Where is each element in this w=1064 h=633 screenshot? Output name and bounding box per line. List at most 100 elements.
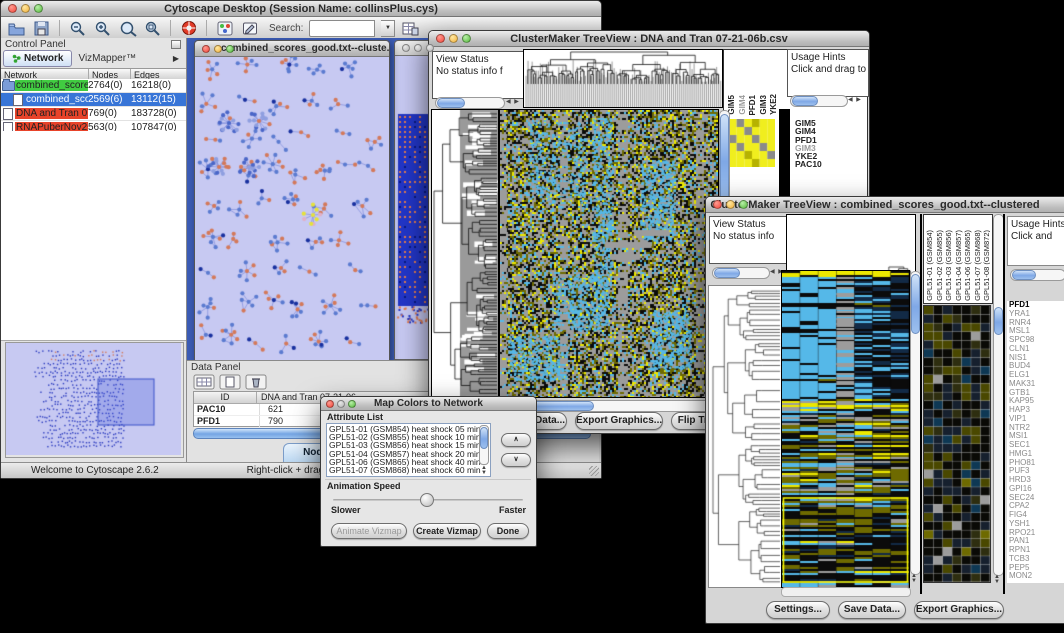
- attribute-list[interactable]: GPL51-01 (GSM854) heat shock 05 minGPL51…: [326, 423, 491, 477]
- zoom-button[interactable]: [34, 4, 43, 13]
- zoom-button[interactable]: [462, 34, 471, 43]
- list-vscrollbar[interactable]: [479, 425, 489, 465]
- network-tree-empty-area: [1, 131, 186, 341]
- scroll-arrows[interactable]: ◀ ▶: [848, 95, 862, 105]
- close-button[interactable]: [202, 45, 210, 53]
- close-button[interactable]: [713, 200, 722, 209]
- network-overview-canvas[interactable]: [6, 343, 181, 455]
- search-input[interactable]: [309, 20, 375, 37]
- tab-network-label: Network: [24, 53, 63, 64]
- zoom-selected-icon[interactable]: [143, 19, 162, 37]
- create-vizmap-button[interactable]: Create Vizmap: [413, 523, 481, 539]
- scroll-thumb[interactable]: [480, 427, 488, 449]
- scroll-thumb[interactable]: [720, 114, 729, 201]
- close-button[interactable]: [402, 44, 410, 52]
- network-view1-canvas[interactable]: [195, 57, 387, 360]
- scroll-arrows[interactable]: ▲▼: [994, 575, 1002, 585]
- data-panel-title: Data Panel: [191, 362, 240, 373]
- help-icon[interactable]: [179, 19, 198, 37]
- annotation-icon[interactable]: [240, 19, 259, 37]
- close-button[interactable]: [8, 4, 17, 13]
- zoom-in-icon[interactable]: [93, 19, 112, 37]
- search-dropdown-arrow[interactable]: ▼: [381, 20, 395, 37]
- save-data-button[interactable]: Save Data...: [838, 601, 906, 619]
- usage-hints-title: Usage Hints: [1011, 219, 1064, 231]
- export-graphics-button[interactable]: Export Graphics...: [575, 412, 663, 430]
- minimize-button[interactable]: [21, 4, 30, 13]
- close-button[interactable]: [326, 400, 334, 408]
- network-overview-panel[interactable]: [5, 342, 184, 458]
- scroll-thumb[interactable]: [994, 307, 1003, 335]
- done-button[interactable]: Done: [487, 523, 529, 539]
- minimize-button[interactable]: [449, 34, 458, 43]
- usage-hints-panel: Usage Hints Click and drag to: [787, 49, 869, 97]
- move-up-button[interactable]: ∧: [501, 433, 531, 447]
- settings-button[interactable]: Settings...: [766, 601, 830, 619]
- treeview1-titlebar[interactable]: ClusterMaker TreeView : DNA and Tran 07-…: [429, 31, 869, 47]
- column-label: YKE2: [770, 94, 778, 115]
- scroll-thumb[interactable]: [911, 274, 920, 334]
- network-row[interactable]: DNA and Tran 07769(0)183728(0): [1, 107, 186, 121]
- speed-slider-thumb[interactable]: [420, 493, 434, 507]
- minimize-button[interactable]: [726, 200, 735, 209]
- usage-hints-scrollbar[interactable]: [1010, 269, 1064, 281]
- network-nodes: 2569(6): [88, 94, 131, 105]
- zoom-column-labels-panel: GPL51-01 (GSM854)GPL51-02 (GSM855)GPL51-…: [923, 214, 993, 304]
- float-panel-icon[interactable]: [171, 40, 181, 49]
- scroll-thumb[interactable]: [1012, 270, 1036, 280]
- export-graphics-button[interactable]: Export Graphics...: [914, 601, 1004, 619]
- minimize-button[interactable]: [337, 400, 345, 408]
- open-session-button[interactable]: [7, 19, 26, 37]
- network-row[interactable]: combined_scores2764(0)16218(0): [1, 79, 186, 93]
- control-panel: Control Panel Network VizMapper™ ▶ Netwo…: [1, 38, 187, 462]
- row-dendrogram[interactable]: [708, 285, 781, 588]
- zoom-button[interactable]: [426, 44, 434, 52]
- move-down-button[interactable]: ∨: [501, 453, 531, 467]
- dialog-titlebar[interactable]: Map Colors to Network: [321, 397, 536, 411]
- attribute-list-item[interactable]: GPL51-07 (GSM868) heat shock 60 min: [329, 466, 488, 474]
- zoom-matrix-heatmap[interactable]: [729, 119, 775, 167]
- import-table-icon[interactable]: [401, 19, 420, 37]
- zoom-column-labels: GIM5GIM4PFD1GIM3YKE2PAC10: [728, 53, 778, 115]
- main-heatmap[interactable]: [499, 109, 719, 398]
- usage-hints-panel: Usage Hints Click and: [1007, 216, 1064, 266]
- zoom-out-icon[interactable]: [68, 19, 87, 37]
- tab-vizmapper[interactable]: VizMapper™: [72, 51, 142, 66]
- vizmapper-icon[interactable]: [215, 19, 234, 37]
- usage-hints-scrollbar[interactable]: [790, 95, 848, 107]
- scroll-arrows[interactable]: ▲▼: [481, 466, 488, 476]
- column-dendrogram[interactable]: [523, 49, 723, 108]
- close-button[interactable]: [436, 34, 445, 43]
- row-label: PAC10: [795, 160, 865, 168]
- scroll-thumb[interactable]: [530, 401, 594, 411]
- tab-network[interactable]: Network: [3, 50, 72, 67]
- scroll-thumb[interactable]: [437, 98, 465, 108]
- animate-vizmap-button[interactable]: Animate Vizmap: [331, 523, 407, 539]
- zoom-button[interactable]: [348, 400, 356, 408]
- view-status-scrollbar[interactable]: [435, 97, 505, 109]
- scroll-thumb[interactable]: [792, 96, 818, 106]
- zoom-fit-icon[interactable]: [118, 19, 137, 37]
- file-icon: [3, 108, 13, 120]
- zoom-button[interactable]: [226, 45, 234, 53]
- scroll-arrows[interactable]: ▲▼: [911, 574, 919, 584]
- heatmap-hscrollbar[interactable]: [781, 587, 911, 597]
- save-session-button[interactable]: [32, 19, 51, 37]
- tab-overflow-arrow[interactable]: ▶: [173, 54, 183, 63]
- row-dendrogram[interactable]: [431, 109, 499, 398]
- resize-grip[interactable]: [589, 466, 599, 476]
- treeview2-titlebar[interactable]: ClusterMaker TreeView : combined_scores_…: [706, 197, 1064, 213]
- zoom-button[interactable]: [739, 200, 748, 209]
- network-row[interactable]: combined_sco2569(6)13112(15): [1, 93, 186, 107]
- minimize-button[interactable]: [214, 45, 222, 53]
- main-titlebar[interactable]: Cytoscape Desktop (Session Name: collins…: [1, 1, 601, 17]
- attr-col-id[interactable]: ID: [194, 392, 257, 403]
- map-colors-dialog: Map Colors to Network Attribute List GPL…: [320, 396, 537, 547]
- zoom-heatmap[interactable]: [923, 305, 991, 583]
- view-status-scrollbar[interactable]: [712, 267, 770, 279]
- network-view1-titlebar[interactable]: combined_scores_good.txt--cluste...: [195, 41, 389, 57]
- main-heatmap[interactable]: [781, 270, 910, 588]
- scroll-arrows[interactable]: ◀ ▶: [506, 97, 520, 107]
- scroll-thumb[interactable]: [714, 268, 740, 278]
- minimize-button[interactable]: [414, 44, 422, 52]
